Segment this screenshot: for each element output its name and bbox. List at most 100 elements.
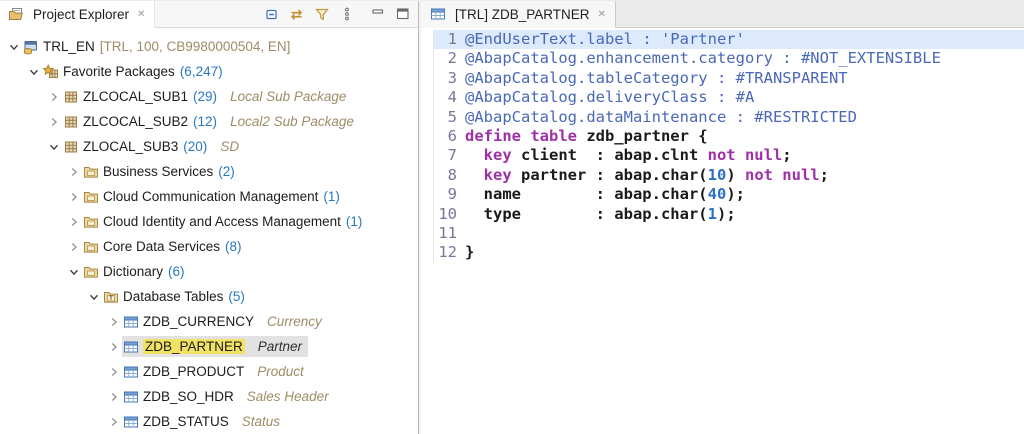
code-line-content[interactable]: 5 @AbapCatalog.dataMaintenance : #RESTRIC… xyxy=(434,108,1024,127)
tree-item-description: Partner xyxy=(257,339,303,354)
code-text: } xyxy=(465,243,475,262)
tree-item-zdb-currency[interactable]: ZDB_CURRENCY Currency xyxy=(0,309,418,334)
tree-item-business-services[interactable]: Business Services (2) xyxy=(0,159,418,184)
tree-item-suffix: [TRL, 100, CB9980000504, EN] xyxy=(99,39,291,54)
code-line-content[interactable]: 3 @AbapCatalog.tableCategory : #TRANSPARE… xyxy=(434,69,1024,88)
code-line-content[interactable]: 8 key partner : abap.char(10) not null; xyxy=(434,166,1024,185)
tree-item-body[interactable]: ZDB_CURRENCY Currency xyxy=(122,311,328,332)
chevron-right-icon[interactable] xyxy=(46,114,62,130)
tree-item-body[interactable]: ZLOCAL_SUB3 (20) SD xyxy=(62,136,245,157)
code-line-12[interactable]: 12} xyxy=(421,243,1024,263)
tree-item-trl-en[interactable]: TRL_EN [TRL, 100, CB9980000504, EN] xyxy=(0,34,418,59)
chevron-right-icon[interactable] xyxy=(66,189,82,205)
chevron-right-icon[interactable] xyxy=(66,164,82,180)
code-line-10[interactable]: 10 type : abap.char(1); xyxy=(421,204,1024,225)
close-icon[interactable]: ✕ xyxy=(137,9,145,20)
tree-item-label: Cloud Identity and Access Management xyxy=(103,214,341,229)
group-folder-icon xyxy=(82,164,99,180)
code-line-1[interactable]: 1 @EndUserText.label : 'Partner' xyxy=(421,30,1024,50)
tab-project-explorer[interactable]: Project Explorer ✕ xyxy=(0,1,156,28)
tree-item-cloud-identity-and-access-management[interactable]: Cloud Identity and Access Management (1) xyxy=(0,209,418,234)
code-line-3[interactable]: 3 @AbapCatalog.tableCategory : #TRANSPARE… xyxy=(421,68,1024,89)
tree-item-body[interactable]: ZDB_PARTNER Partner xyxy=(122,336,309,357)
chevron-right-icon[interactable] xyxy=(106,389,122,405)
chevron-down-icon[interactable] xyxy=(46,139,62,155)
code-line-content[interactable]: 12} xyxy=(434,243,1024,262)
db-table-icon xyxy=(122,339,139,355)
tree-item-body[interactable]: ZDB_SO_HDR Sales Header xyxy=(122,386,335,407)
chevron-right-icon[interactable] xyxy=(106,339,122,355)
tree-item-body[interactable]: Business Services (2) xyxy=(82,161,241,182)
chevron-right-icon[interactable] xyxy=(46,89,62,105)
tree-item-zdb-product[interactable]: ZDB_PRODUCT Product xyxy=(0,359,418,384)
tree-item-body[interactable]: TRL_EN [TRL, 100, CB9980000504, EN] xyxy=(22,36,296,57)
code-line-content[interactable]: 4 @AbapCatalog.deliveryClass : #A xyxy=(434,88,1024,107)
tree-item-body[interactable]: T Database Tables (5) xyxy=(102,286,251,307)
code-line-content[interactable]: 11 xyxy=(434,224,1024,243)
tree-item-zdb-so-hdr[interactable]: ZDB_SO_HDR Sales Header xyxy=(0,384,418,409)
annotation-ruler xyxy=(421,88,434,108)
current-line[interactable]: 1 @EndUserText.label : 'Partner' xyxy=(434,30,1024,50)
tree-item-body[interactable]: Cloud Identity and Access Management (1) xyxy=(82,211,368,232)
tree-item-label: Favorite Packages xyxy=(63,64,175,79)
tree-item-dictionary[interactable]: Dictionary (6) xyxy=(0,259,418,284)
tree-item-body[interactable]: ZDB_PRODUCT Product xyxy=(122,361,310,382)
code-line-11[interactable]: 11 xyxy=(421,224,1024,244)
code-line-content[interactable]: 2 @AbapCatalog.enhancement.category : #NO… xyxy=(434,49,1024,68)
tree-item-zlocal-sub3[interactable]: ZLOCAL_SUB3 (20) SD xyxy=(0,134,418,159)
chevron-down-icon[interactable] xyxy=(6,39,22,55)
code-text: key client : abap.clnt not null; xyxy=(483,146,792,165)
tree-item-zlcocal-sub1[interactable]: ZLCOCAL_SUB1 (29) Local Sub Package xyxy=(0,84,418,109)
link-with-editor-icon[interactable]: ⇄ xyxy=(288,6,305,23)
line-number: 11 xyxy=(438,224,457,243)
chevron-right-icon[interactable] xyxy=(66,214,82,230)
tree-item-body[interactable]: Core Data Services (8) xyxy=(82,236,248,257)
code-line-4[interactable]: 4 @AbapCatalog.deliveryClass : #A xyxy=(421,88,1024,108)
tree-item-zdb-partner[interactable]: ZDB_PARTNER Partner xyxy=(0,334,418,359)
tree-item-description: Local Sub Package xyxy=(230,89,347,104)
chevron-down-icon[interactable] xyxy=(26,64,42,80)
tree-item-body[interactable]: Dictionary (6) xyxy=(82,261,191,282)
code-line-7[interactable]: 7 key client : abap.clnt not null; xyxy=(421,146,1024,166)
code-line-content[interactable]: 10 type : abap.char(1); xyxy=(434,205,1024,224)
chevron-right-icon[interactable] xyxy=(106,314,122,330)
chevron-down-icon[interactable] xyxy=(86,289,102,305)
code-line-5[interactable]: 5 @AbapCatalog.dataMaintenance : #RESTRIC… xyxy=(421,107,1024,128)
view-menu-icon[interactable] xyxy=(338,6,355,23)
code-text: define table zdb_partner { xyxy=(465,127,708,146)
tree-item-body[interactable]: ZLCOCAL_SUB1 (29) Local Sub Package xyxy=(62,86,352,107)
close-icon[interactable]: ✕ xyxy=(598,9,606,20)
tree-item-core-data-services[interactable]: Core Data Services (8) xyxy=(0,234,418,259)
code-line-content[interactable]: 6 define table zdb_partner { xyxy=(434,127,1024,146)
chevron-right-icon[interactable] xyxy=(106,364,122,380)
tree-item-favorite-packages[interactable]: Favorite Packages (6,247) xyxy=(0,59,418,84)
chevron-right-icon[interactable] xyxy=(66,239,82,255)
maximize-icon[interactable] xyxy=(394,6,411,23)
tree-item-body[interactable]: Cloud Communication Management (1) xyxy=(82,186,346,207)
tree-item-database-tables[interactable]: T Database Tables (5) xyxy=(0,284,418,309)
db-table-icon xyxy=(122,414,139,430)
code-line-9[interactable]: 9 name : abap.char(40); xyxy=(421,185,1024,205)
filter-icon[interactable] xyxy=(313,6,330,23)
line-number: 3 xyxy=(447,68,457,87)
tables-folder-icon: T xyxy=(102,289,119,305)
tree-item-zlcocal-sub2[interactable]: ZLCOCAL_SUB2 (12) Local2 Sub Package xyxy=(0,109,418,134)
chevron-down-icon[interactable] xyxy=(66,264,82,280)
tree-item-description: Sales Header xyxy=(246,389,329,404)
code-editor[interactable]: 1 @EndUserText.label : 'Partner' 2 @AbapCat… xyxy=(421,28,1024,434)
chevron-right-icon[interactable] xyxy=(106,414,122,430)
code-line-6[interactable]: 6 define table zdb_partner { xyxy=(421,127,1024,147)
code-line-content[interactable]: 7 key client : abap.clnt not null; xyxy=(434,146,1024,165)
minimize-icon[interactable] xyxy=(369,6,386,23)
code-line-2[interactable]: 2 @AbapCatalog.enhancement.category : #NO… xyxy=(421,49,1024,69)
code-line-8[interactable]: 8 key partner : abap.char(10) not null; xyxy=(421,165,1024,186)
tab-editor-zdb-partner[interactable]: [TRL] ZDB_PARTNER ✕ xyxy=(421,1,616,28)
tree-item-body[interactable]: ZDB_STATUS Status xyxy=(122,411,286,432)
tree-item-cloud-communication-management[interactable]: Cloud Communication Management (1) xyxy=(0,184,418,209)
code-line-content[interactable]: 9 name : abap.char(40); xyxy=(434,185,1024,204)
tree-item-body[interactable]: ZLCOCAL_SUB2 (12) Local2 Sub Package xyxy=(62,111,360,132)
tree-item-zdb-status[interactable]: ZDB_STATUS Status xyxy=(0,409,418,434)
tree-item-label: Core Data Services xyxy=(103,239,221,254)
tree-item-body[interactable]: Favorite Packages (6,247) xyxy=(42,61,229,82)
collapse-all-icon[interactable] xyxy=(263,6,280,23)
